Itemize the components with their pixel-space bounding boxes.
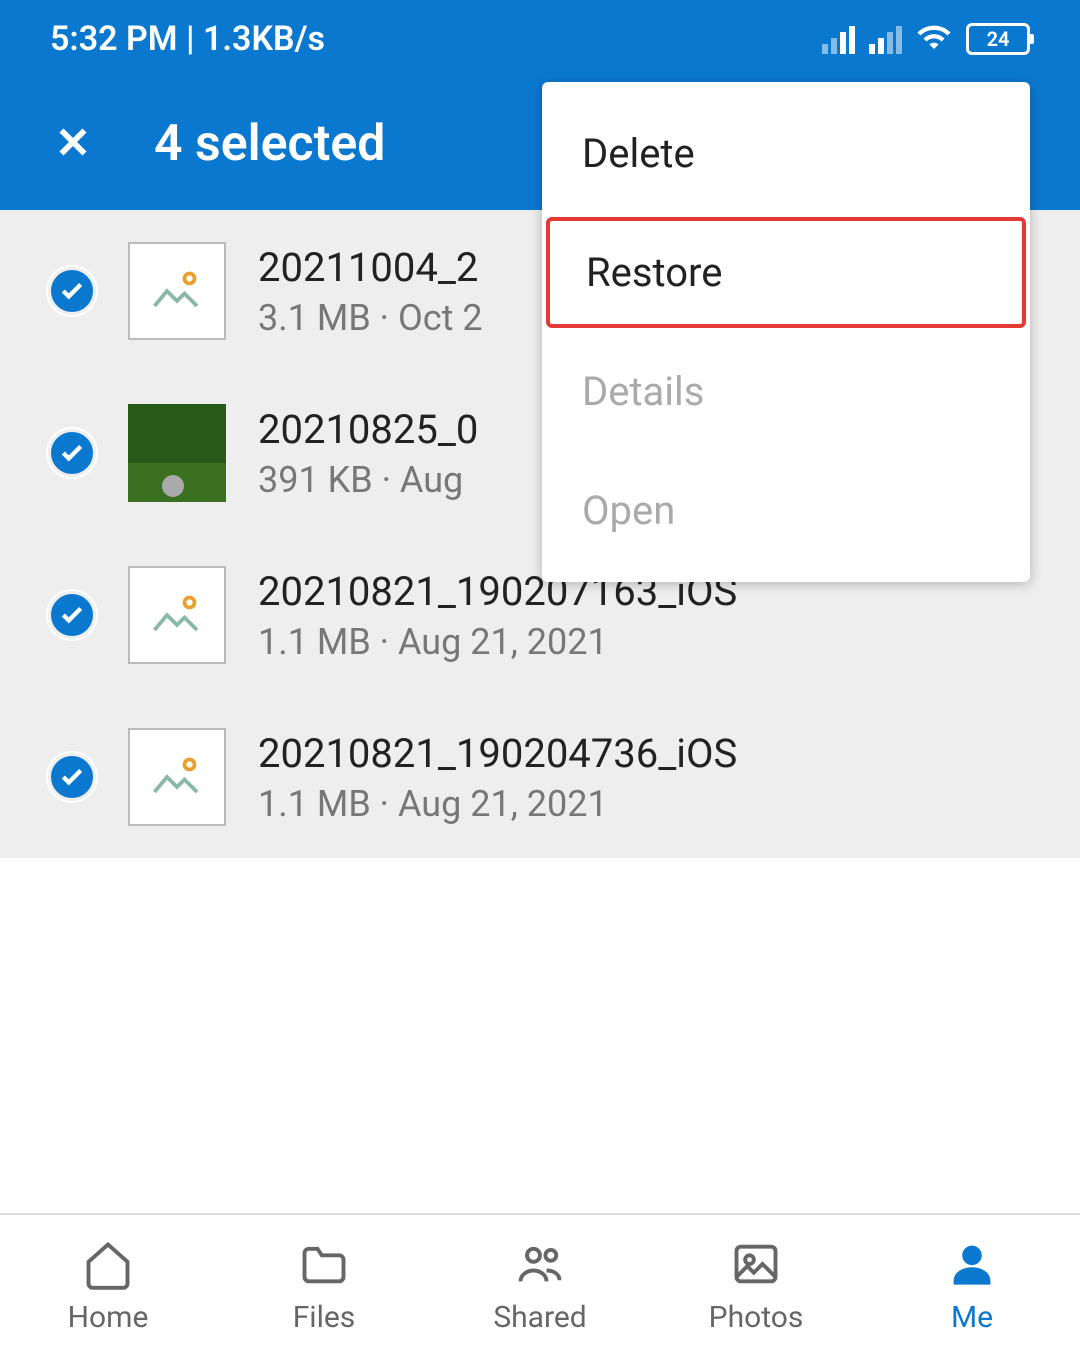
people-icon [514, 1238, 566, 1294]
file-row[interactable]: 20210821_190204736_iOS 1.1 MB · Aug 21, … [0, 696, 1080, 858]
checkbox-icon[interactable] [48, 429, 96, 477]
signal-icon-1 [822, 24, 855, 54]
nav-files[interactable]: Files [216, 1215, 432, 1357]
checkbox-icon[interactable] [48, 267, 96, 315]
bottom-nav: Home Files Shared Photos Me [0, 1213, 1080, 1357]
nav-label: Me [951, 1300, 993, 1335]
close-icon[interactable] [50, 119, 96, 169]
status-right: 24 [822, 19, 1030, 59]
status-bar: 5:32 PM | 1.3KB/s 24 [0, 0, 1080, 78]
person-icon [946, 1238, 998, 1294]
signal-icon-2 [869, 24, 902, 54]
image-placeholder-icon [128, 566, 226, 664]
context-menu: Delete Restore Details Open [542, 82, 1030, 582]
menu-details: Details [542, 332, 1030, 451]
file-meta: 1.1 MB · Aug 21, 2021 [258, 621, 1032, 663]
file-info: 20210821_190204736_iOS 1.1 MB · Aug 21, … [258, 730, 1032, 825]
nav-label: Photos [709, 1300, 804, 1335]
home-icon [82, 1238, 134, 1294]
folder-icon [298, 1238, 350, 1294]
status-time: 5:32 PM | 1.3KB/s [50, 19, 325, 59]
image-placeholder-icon [128, 728, 226, 826]
nav-label: Home [68, 1300, 149, 1335]
menu-restore[interactable]: Restore [546, 217, 1026, 328]
file-name: 20210821_190204736_iOS [258, 730, 1032, 777]
nav-label: Shared [493, 1300, 586, 1335]
nav-label: Files [293, 1300, 356, 1335]
nav-photos[interactable]: Photos [648, 1215, 864, 1357]
battery-level: 24 [987, 27, 1010, 51]
battery-icon: 24 [966, 23, 1030, 55]
checkbox-icon[interactable] [48, 753, 96, 801]
file-meta: 1.1 MB · Aug 21, 2021 [258, 783, 1032, 825]
photo-icon [730, 1238, 782, 1294]
selection-count: 4 selected [154, 115, 385, 173]
wifi-icon [916, 19, 952, 59]
checkbox-icon[interactable] [48, 591, 96, 639]
nav-shared[interactable]: Shared [432, 1215, 648, 1357]
menu-delete[interactable]: Delete [542, 94, 1030, 213]
menu-open: Open [542, 451, 1030, 570]
nav-home[interactable]: Home [0, 1215, 216, 1357]
nav-me[interactable]: Me [864, 1215, 1080, 1357]
image-thumbnail [128, 404, 226, 502]
image-placeholder-icon [128, 242, 226, 340]
